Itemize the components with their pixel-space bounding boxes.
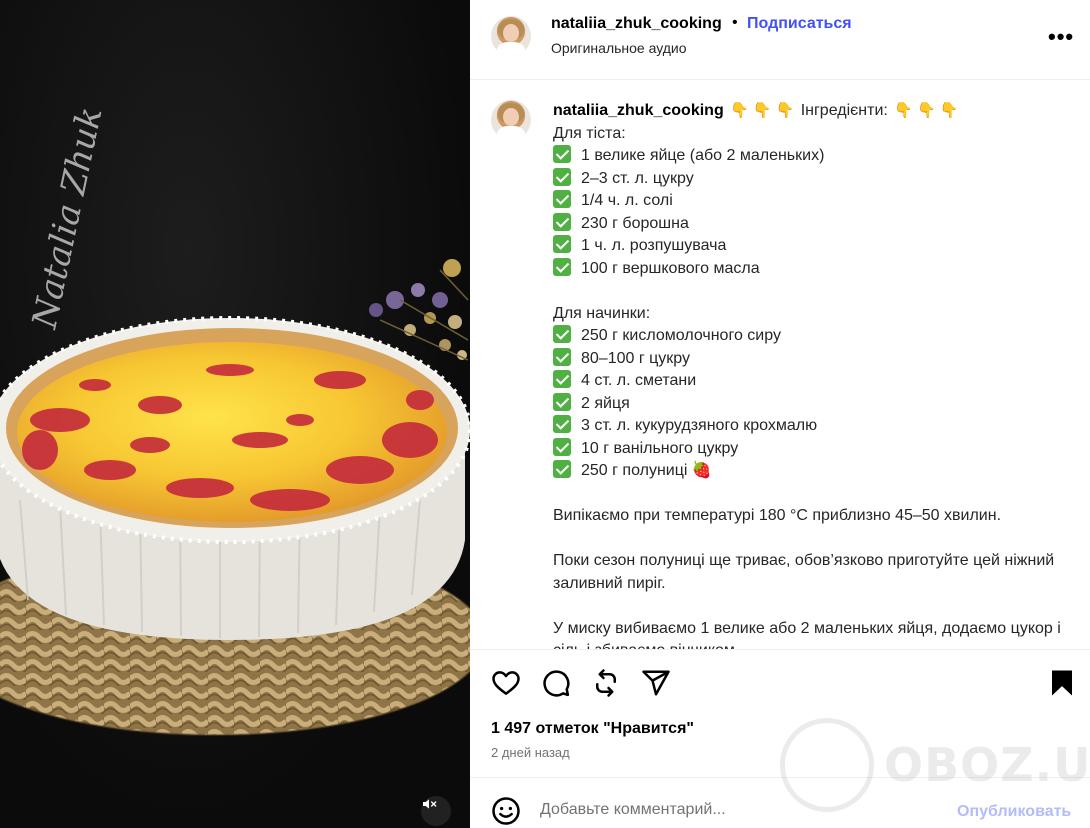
list-item: 1 ч. л. розпушувача [553, 235, 1063, 258]
check-mark-icon [553, 460, 571, 478]
repost-icon[interactable] [591, 668, 621, 698]
likes-count[interactable]: 1 497 отметок "Нравится" [491, 720, 694, 738]
list-item: 1 велике яйце (або 2 маленьких) [553, 145, 1063, 168]
check-mark-icon [553, 347, 571, 366]
follow-button[interactable]: Подписаться [747, 15, 852, 33]
audio-link[interactable]: Оригинальное аудио [551, 40, 687, 56]
volume-muted-icon [423, 799, 437, 809]
check-mark-icon [553, 257, 571, 276]
svg-text:Natalia Zhuk: Natalia Zhuk [24, 104, 110, 333]
check-mark-icon [553, 437, 571, 456]
check-mark-icon [553, 145, 571, 163]
list-item: 4 ст. л. сметани [553, 370, 1063, 393]
ingredients-title: Інгредієнти: [800, 102, 888, 119]
step-text: У миску вибиваємо 1 велике або 2 маленьк… [553, 619, 1061, 650]
author-username[interactable]: nataliia_zhuk_cooking [551, 15, 722, 33]
list-item: 250 г кисломолочного сиру [553, 325, 1063, 348]
caption-scroll-area[interactable]: nataliia_zhuk_cooking 👇 👇 👇 Інгредієнти: 👇… [470, 81, 1090, 649]
more-options-icon[interactable]: ••• [1048, 24, 1074, 50]
point-down-emoji: 👇 [894, 102, 913, 119]
list-item: 2–3 ст. л. цукру [553, 167, 1063, 191]
mute-button[interactable] [421, 796, 451, 826]
check-mark-icon [553, 415, 571, 433]
emoji-icon[interactable] [491, 796, 521, 826]
list-item: 3 ст. л. кукурудзяного крохмалю [553, 415, 1063, 438]
separator-dot: • [732, 14, 738, 31]
check-mark-icon [553, 190, 571, 208]
post-panel: nataliia_zhuk_cooking • Подписаться Ориг… [470, 0, 1090, 828]
list-item: 1/4 ч. л. солі [553, 190, 1063, 213]
post-header: nataliia_zhuk_cooking • Подписаться Ориг… [470, 0, 1090, 80]
point-down-emoji: 👇 [730, 102, 749, 119]
list-item: 80–100 г цукру [553, 347, 1063, 371]
point-down-emoji: 👇 [917, 102, 936, 119]
filling-heading: Для начинки: [553, 304, 651, 322]
publish-button[interactable]: Опубликовать [957, 803, 1071, 821]
check-mark-icon [553, 235, 571, 253]
list-item: 10 г ванільного цукру [553, 437, 1063, 461]
list-item: 230 г борошна [553, 212, 1063, 236]
caption-username[interactable]: nataliia_zhuk_cooking [553, 102, 724, 119]
list-item: 100 г вершкового масла [553, 257, 1063, 281]
list-item: 2 яйця [553, 392, 1063, 416]
list-item: 250 г полуниці 🍓 [553, 460, 1063, 483]
caption-text: nataliia_zhuk_cooking 👇 👇 👇 Інгредієнти: 👇… [553, 100, 1063, 649]
heart-icon[interactable] [491, 668, 521, 698]
bake-instructions: Випікаємо при температурі 180 °C приблиз… [553, 507, 1002, 524]
point-down-emoji: 👇 [752, 102, 772, 119]
check-mark-icon [553, 167, 571, 186]
post-actions: OBOZ.UA 1 497 отметок "Нравится" 2 дней … [470, 649, 1090, 812]
dough-heading: Для тіста: [553, 124, 626, 142]
check-mark-icon [553, 212, 571, 231]
post-media[interactable]: Natalia Zhuk [0, 0, 470, 828]
share-icon[interactable] [641, 668, 671, 698]
pie-photo: Natalia Zhuk [0, 104, 470, 736]
comment-icon[interactable] [541, 668, 571, 698]
check-mark-icon [553, 392, 571, 411]
check-mark-icon [553, 370, 571, 388]
point-down-emoji: 👇 [939, 102, 959, 119]
comment-input[interactable] [540, 801, 940, 819]
caption-avatar[interactable] [491, 100, 531, 140]
season-text: Поки сезон полуниці ще триває, обов’язко… [553, 552, 1055, 592]
avatar[interactable] [491, 16, 531, 56]
post-date[interactable]: 2 дней назад [491, 745, 570, 760]
check-mark-icon [553, 325, 571, 343]
point-down-emoji: 👇 [775, 102, 795, 119]
bookmark-icon[interactable] [1047, 668, 1077, 698]
comment-bar: Опубликовать [470, 779, 1090, 828]
